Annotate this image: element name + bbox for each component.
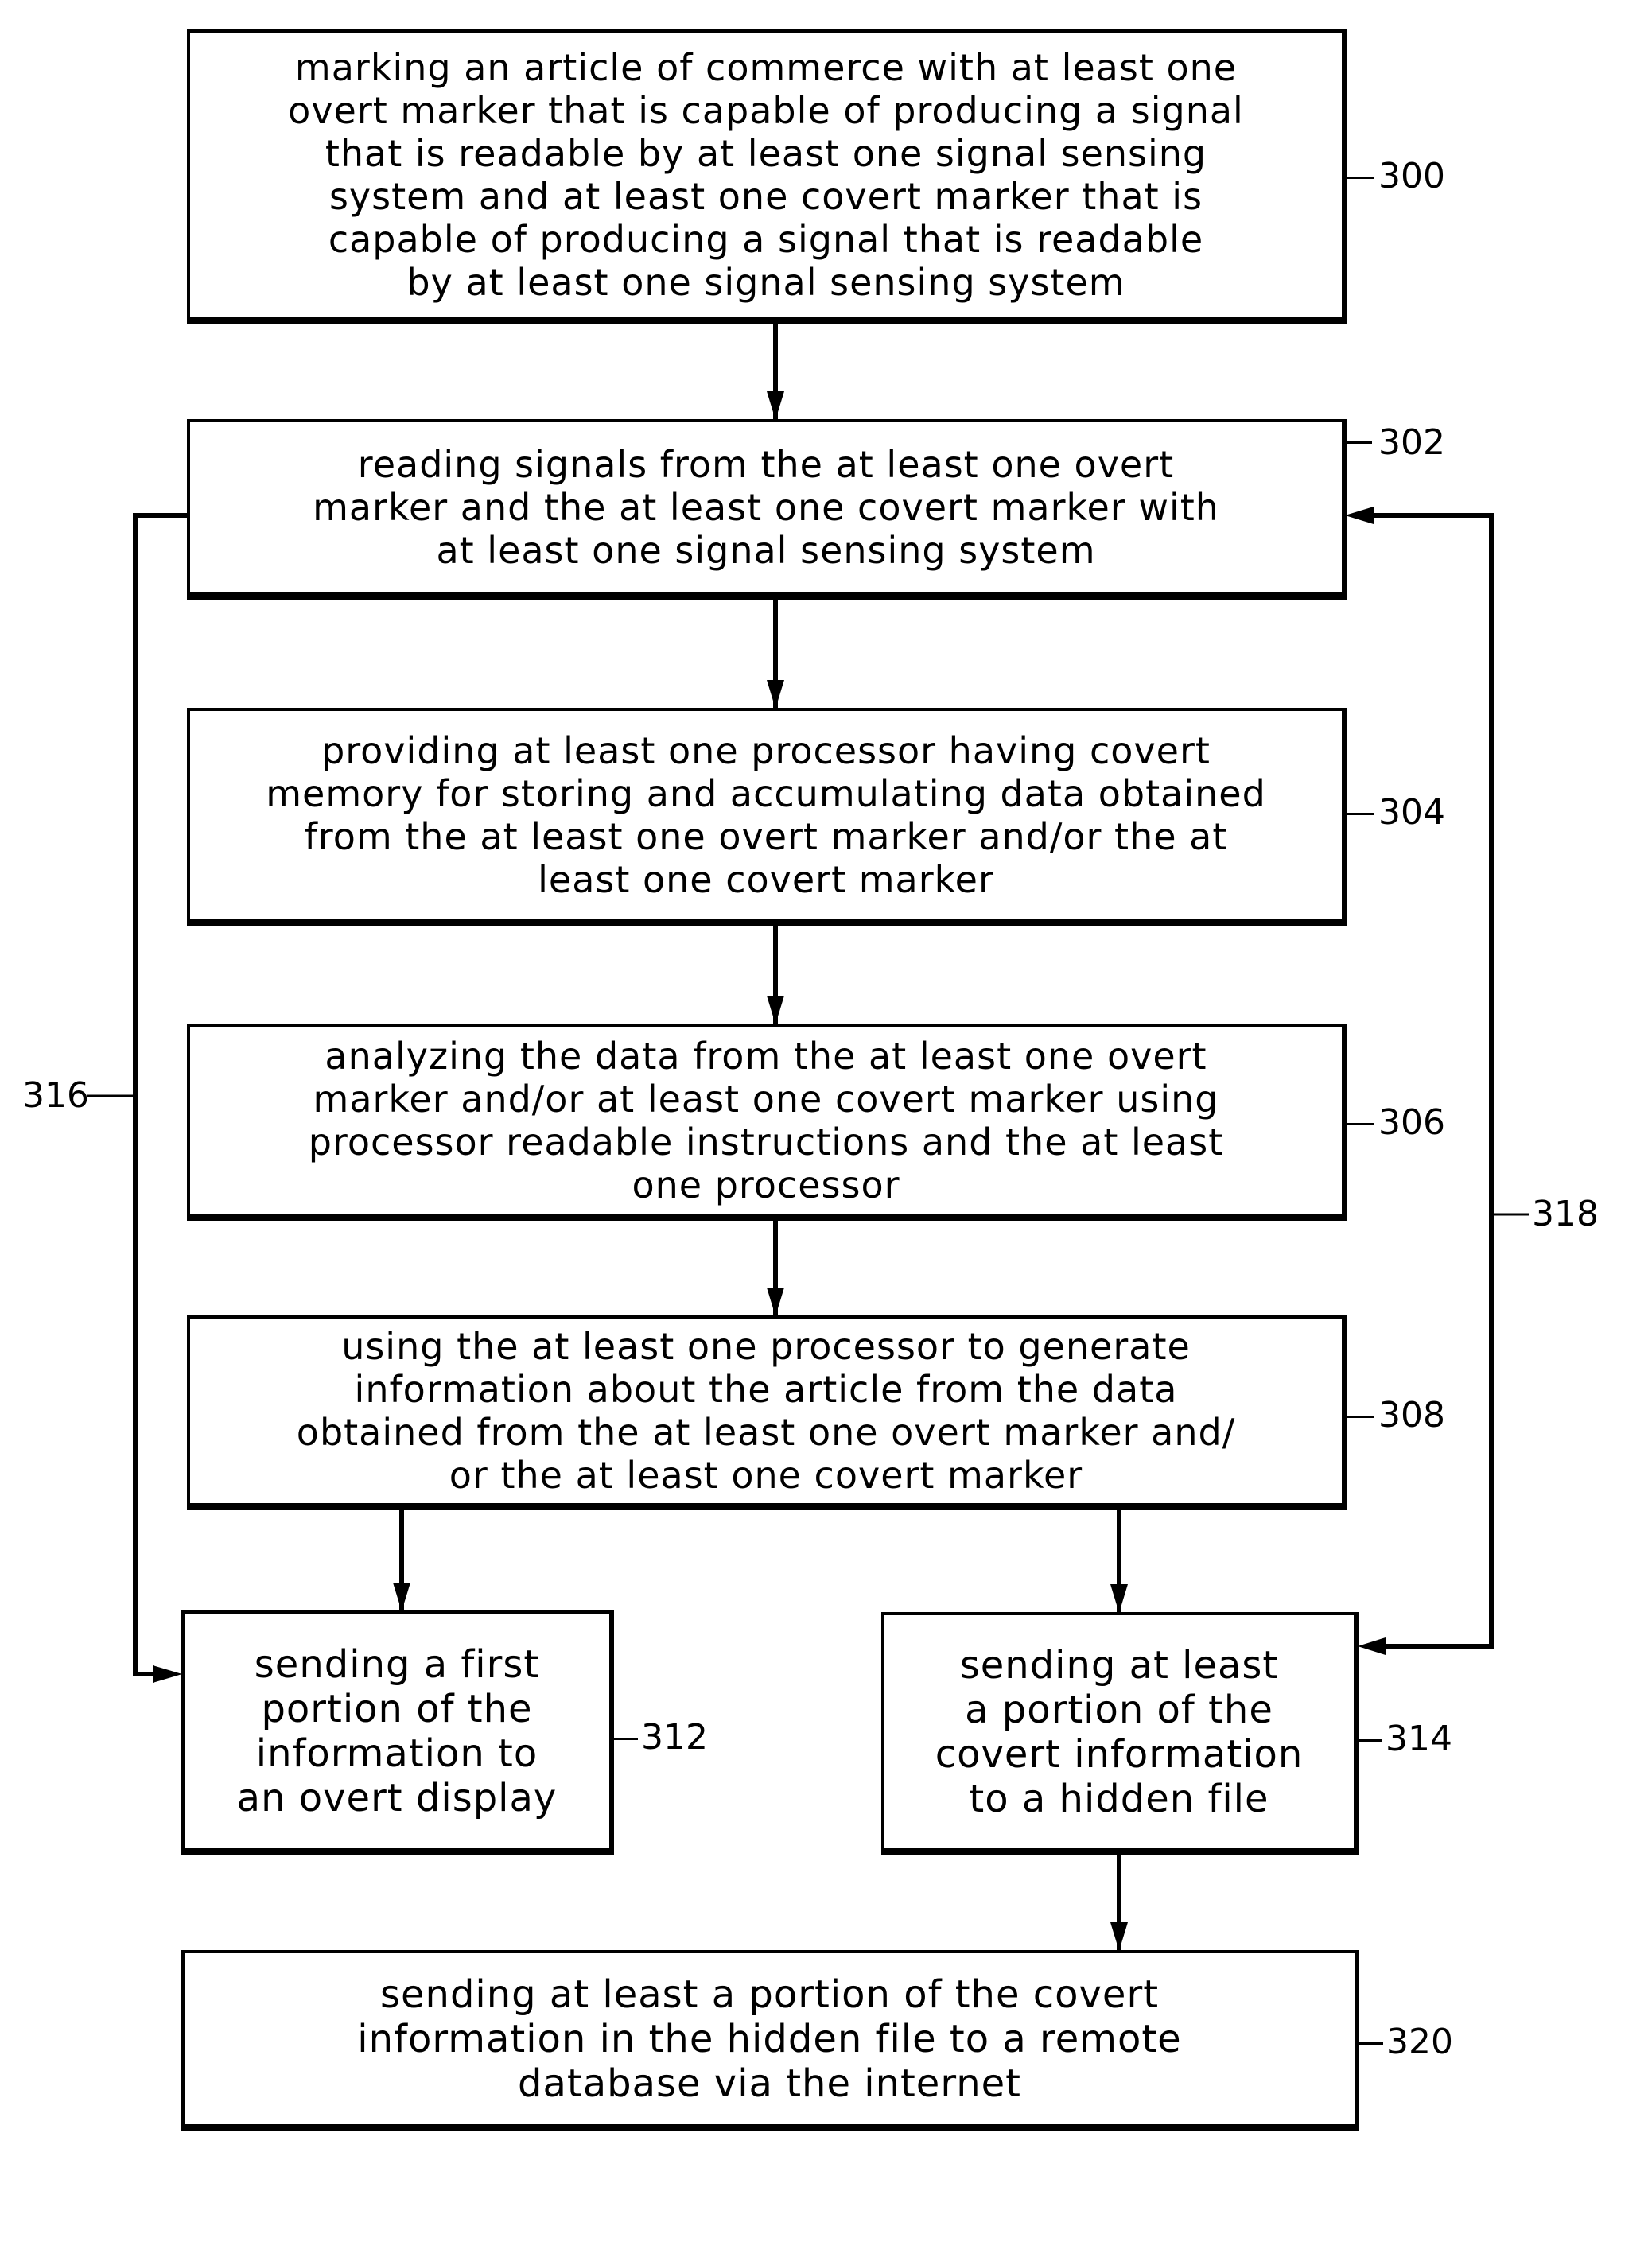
- leader-300: [1347, 177, 1374, 179]
- arrowhead-302: [767, 391, 784, 420]
- leader-306: [1347, 1123, 1374, 1125]
- step-300-box: marking an article of commerce with at l…: [187, 29, 1347, 324]
- ref-label-316: 316: [22, 1075, 89, 1116]
- ref-label-320: 320: [1386, 2022, 1453, 2062]
- arrowhead-306: [767, 996, 784, 1024]
- arrowhead-308: [767, 1288, 784, 1316]
- leader-302: [1347, 441, 1372, 444]
- step-320-box: sending at least a portion of the covert…: [181, 1950, 1359, 2131]
- ref-label-300: 300: [1378, 156, 1445, 196]
- ref-label-306: 306: [1378, 1102, 1445, 1143]
- step-314-text: sending at least a portion of the covert…: [935, 1642, 1304, 1821]
- ref-label-318: 318: [1532, 1194, 1599, 1234]
- arrowhead-314: [1110, 1584, 1128, 1613]
- step-312-text: sending a first portion of the informati…: [236, 1641, 558, 1820]
- arrowhead-312: [393, 1583, 410, 1611]
- ref-label-308: 308: [1378, 1395, 1445, 1435]
- arrowhead-304: [767, 680, 784, 709]
- ref-label-314: 314: [1386, 1719, 1452, 1759]
- leader-314: [1359, 1739, 1382, 1742]
- loop-316-line: [133, 513, 187, 1676]
- arrowhead-320: [1110, 1922, 1128, 1951]
- step-300-text: marking an article of commerce with at l…: [288, 45, 1244, 304]
- leader-312: [614, 1738, 638, 1740]
- ref-label-312: 312: [641, 1717, 708, 1758]
- loop-318-line: [1372, 513, 1494, 1649]
- leader-308: [1347, 1416, 1374, 1418]
- step-308-box: using the at least one processor to gene…: [187, 1315, 1347, 1510]
- leader-320: [1359, 2042, 1383, 2045]
- step-304-text: providing at least one processor having …: [266, 728, 1266, 901]
- ref-label-304: 304: [1378, 792, 1445, 833]
- step-314-box: sending at least a portion of the covert…: [881, 1612, 1359, 1855]
- step-304-box: providing at least one processor having …: [187, 708, 1347, 926]
- arrowhead-316: [153, 1665, 182, 1683]
- ref-label-302: 302: [1378, 422, 1445, 463]
- step-302-box: reading signals from the at least one ov…: [187, 419, 1347, 600]
- step-320-text: sending at least a portion of the covert…: [357, 1972, 1182, 2106]
- arrowhead-318-to-314: [1358, 1637, 1386, 1655]
- step-306-text: analyzing the data from the at least one…: [308, 1034, 1224, 1206]
- step-302-text: reading signals from the at least one ov…: [313, 443, 1219, 572]
- leader-304: [1347, 813, 1374, 815]
- step-306-box: analyzing the data from the at least one…: [187, 1024, 1347, 1221]
- arrowhead-318-to-302: [1345, 507, 1374, 524]
- step-312-box: sending a first portion of the informati…: [181, 1610, 614, 1855]
- step-308-text: using the at least one processor to gene…: [296, 1325, 1236, 1497]
